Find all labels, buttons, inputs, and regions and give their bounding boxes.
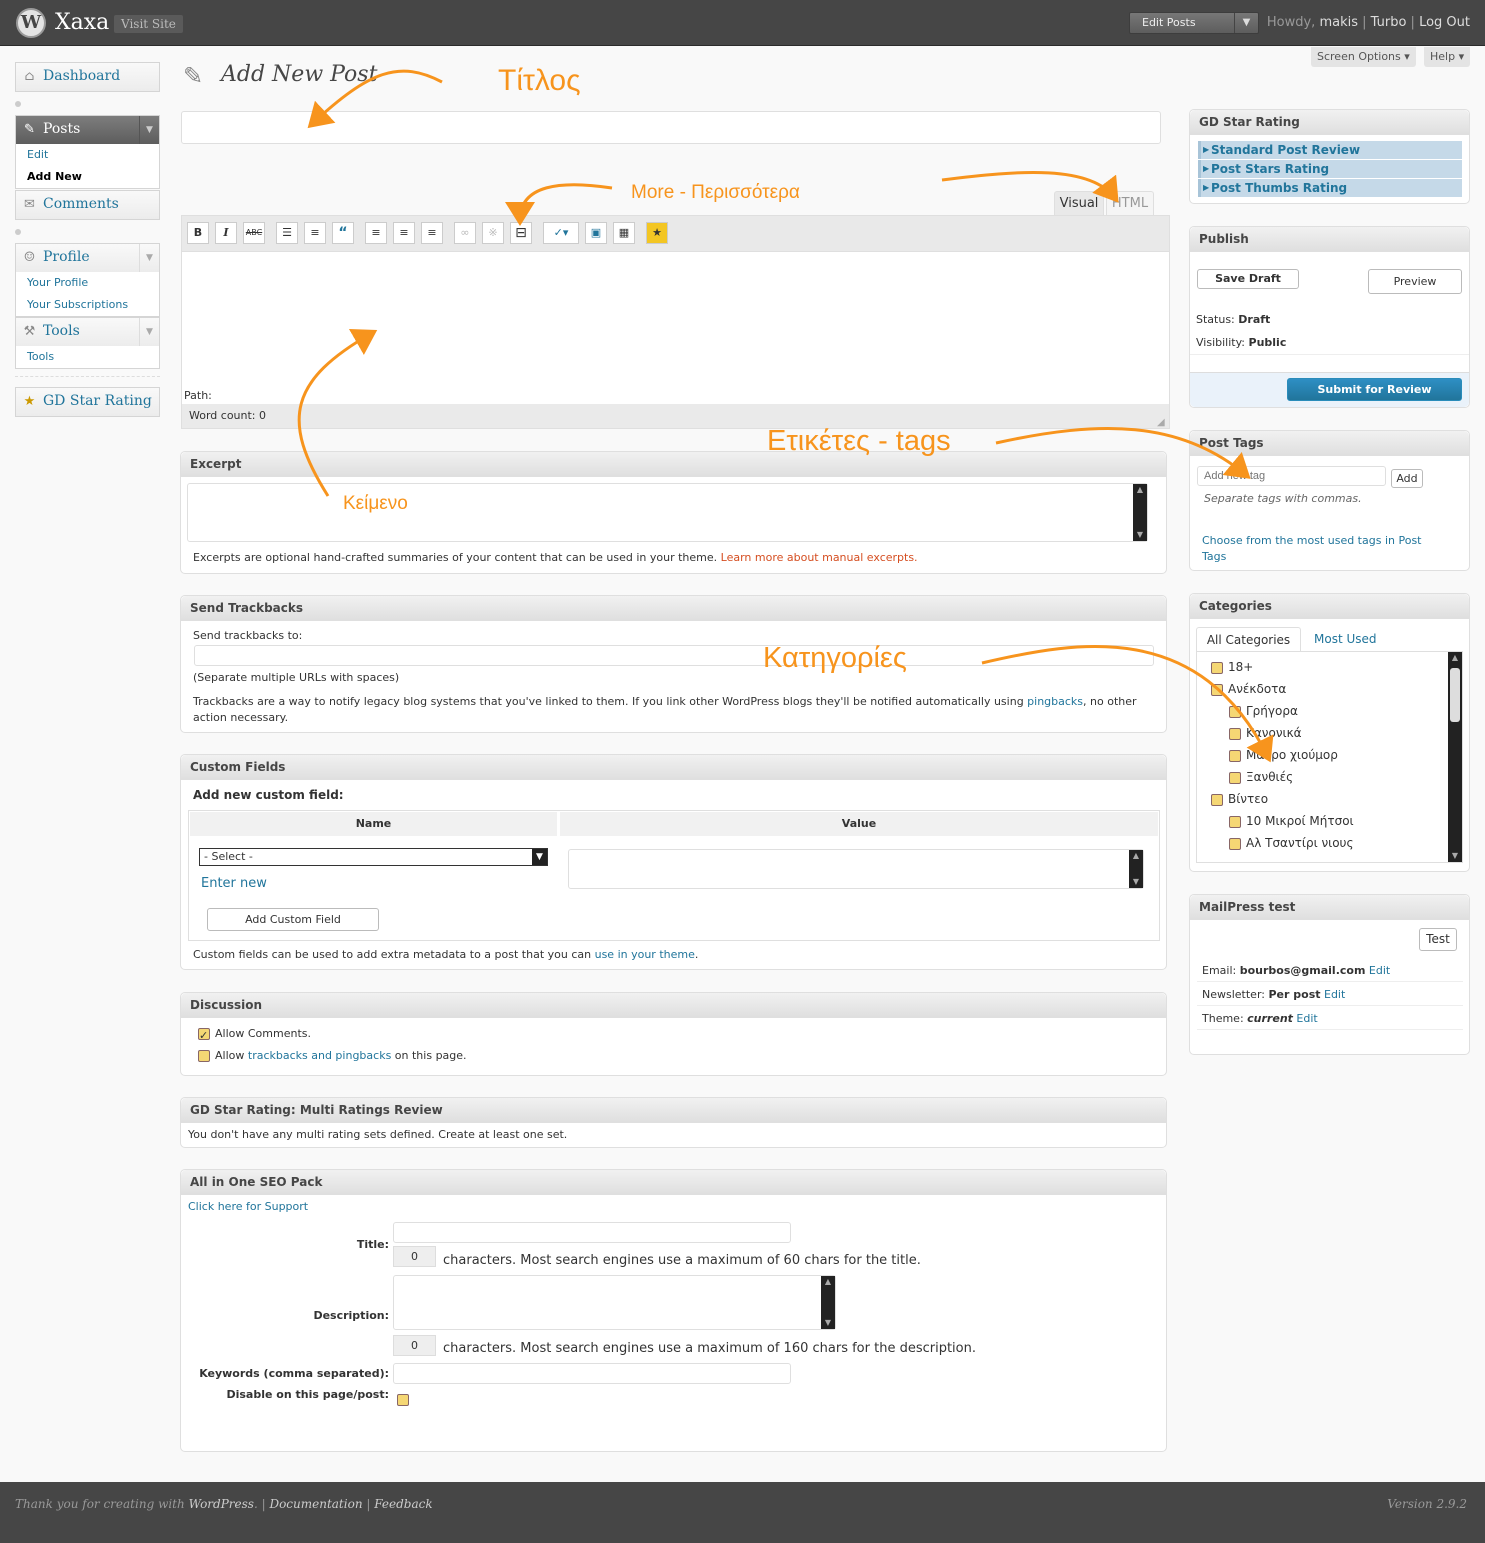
arrow-to-more-button xyxy=(505,183,613,226)
arrow-to-tags-input xyxy=(995,427,1251,479)
annotation-text: Κείμενο xyxy=(343,493,408,514)
arrow-to-categories xyxy=(981,645,1274,763)
feedback-link[interactable]: Feedback xyxy=(374,1497,432,1511)
arrow-to-editor xyxy=(297,328,378,497)
admin-footer: Thank you for creating with WordPress. |… xyxy=(0,1482,1485,1543)
arrow-to-html-tab xyxy=(941,170,1119,203)
annotation-title: Τίτλος xyxy=(498,64,581,97)
footer-version: Version 2.9.2 xyxy=(1387,1497,1467,1511)
annotation-tags: Ετικέτες - tags xyxy=(767,425,951,457)
annotation-more: More - Περισσότερα xyxy=(631,182,800,203)
wordpress-link[interactable]: WordPress xyxy=(189,1497,254,1511)
annotation-categories: Κατηγορίες xyxy=(763,642,907,674)
footer-credits: Thank you for creating with WordPress. |… xyxy=(15,1497,433,1511)
arrow-to-title xyxy=(307,69,443,129)
annotation-arrows xyxy=(297,69,1274,763)
documentation-link[interactable]: Documentation xyxy=(269,1497,362,1511)
